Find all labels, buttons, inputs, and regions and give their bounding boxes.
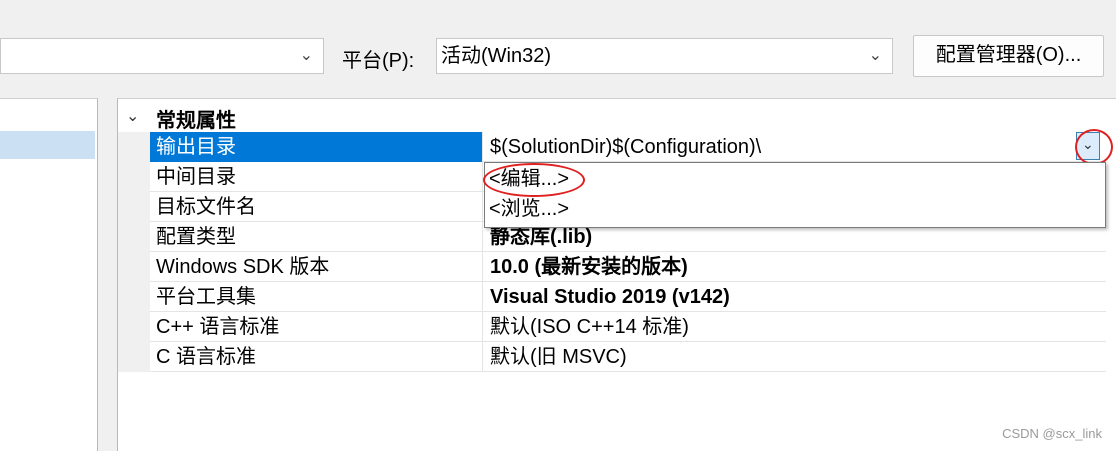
column-divider: [482, 222, 483, 252]
annotation-ellipse: [483, 163, 585, 197]
property-row[interactable]: 输出目录 $(SolutionDir)$(Configuration)\: [150, 132, 1106, 162]
column-divider: [482, 312, 483, 342]
watermark: CSDN @scx_link: [1002, 426, 1102, 441]
property-name: 目标文件名: [156, 196, 256, 218]
configuration-combobox[interactable]: ⌄: [0, 38, 324, 74]
platform-label: 平台(P):: [342, 50, 415, 72]
platform-combobox[interactable]: 活动(Win32) ⌄: [436, 38, 893, 74]
grid-gutter: [118, 132, 150, 372]
column-divider: [482, 342, 483, 372]
category-title: 常规属性: [156, 110, 236, 132]
property-name: C 语言标准: [156, 346, 256, 368]
chevron-down-icon: ⌄: [868, 47, 882, 64]
column-divider: [482, 252, 483, 282]
property-name: Windows SDK 版本: [156, 256, 330, 278]
property-row[interactable]: Windows SDK 版本 10.0 (最新安装的版本): [150, 252, 1106, 282]
chevron-down-icon: ⌄: [299, 47, 313, 64]
annotation-circle: [1075, 129, 1113, 165]
property-value[interactable]: Visual Studio 2019 (v142): [490, 283, 730, 311]
property-row[interactable]: C 语言标准 默认(旧 MSVC): [150, 342, 1106, 372]
property-value[interactable]: 10.0 (最新安装的版本): [490, 253, 688, 281]
column-divider: [482, 132, 483, 162]
property-name: 输出目录: [156, 136, 236, 158]
column-divider: [482, 282, 483, 312]
dropdown-item-browse[interactable]: <浏览...>: [489, 195, 569, 223]
column-divider: [482, 192, 483, 222]
chevron-down-icon[interactable]: ⌄: [126, 106, 139, 126]
property-value[interactable]: 默认(旧 MSVC): [490, 343, 627, 371]
property-name: 中间目录: [156, 166, 236, 188]
property-name: 配置类型: [156, 226, 236, 248]
property-row[interactable]: 平台工具集 Visual Studio 2019 (v142): [150, 282, 1106, 312]
platform-value: 活动(Win32): [441, 45, 552, 67]
property-name: C++ 语言标准: [156, 316, 280, 338]
property-value[interactable]: $(SolutionDir)$(Configuration)\: [490, 133, 761, 161]
property-row[interactable]: C++ 语言标准 默认(ISO C++14 标准): [150, 312, 1106, 342]
configuration-manager-button[interactable]: 配置管理器(O)...: [913, 35, 1104, 77]
property-value[interactable]: 默认(ISO C++14 标准): [490, 313, 689, 341]
property-name: 平台工具集: [156, 286, 256, 308]
tree-selected-item[interactable]: [0, 131, 95, 159]
property-tree[interactable]: [0, 98, 98, 451]
